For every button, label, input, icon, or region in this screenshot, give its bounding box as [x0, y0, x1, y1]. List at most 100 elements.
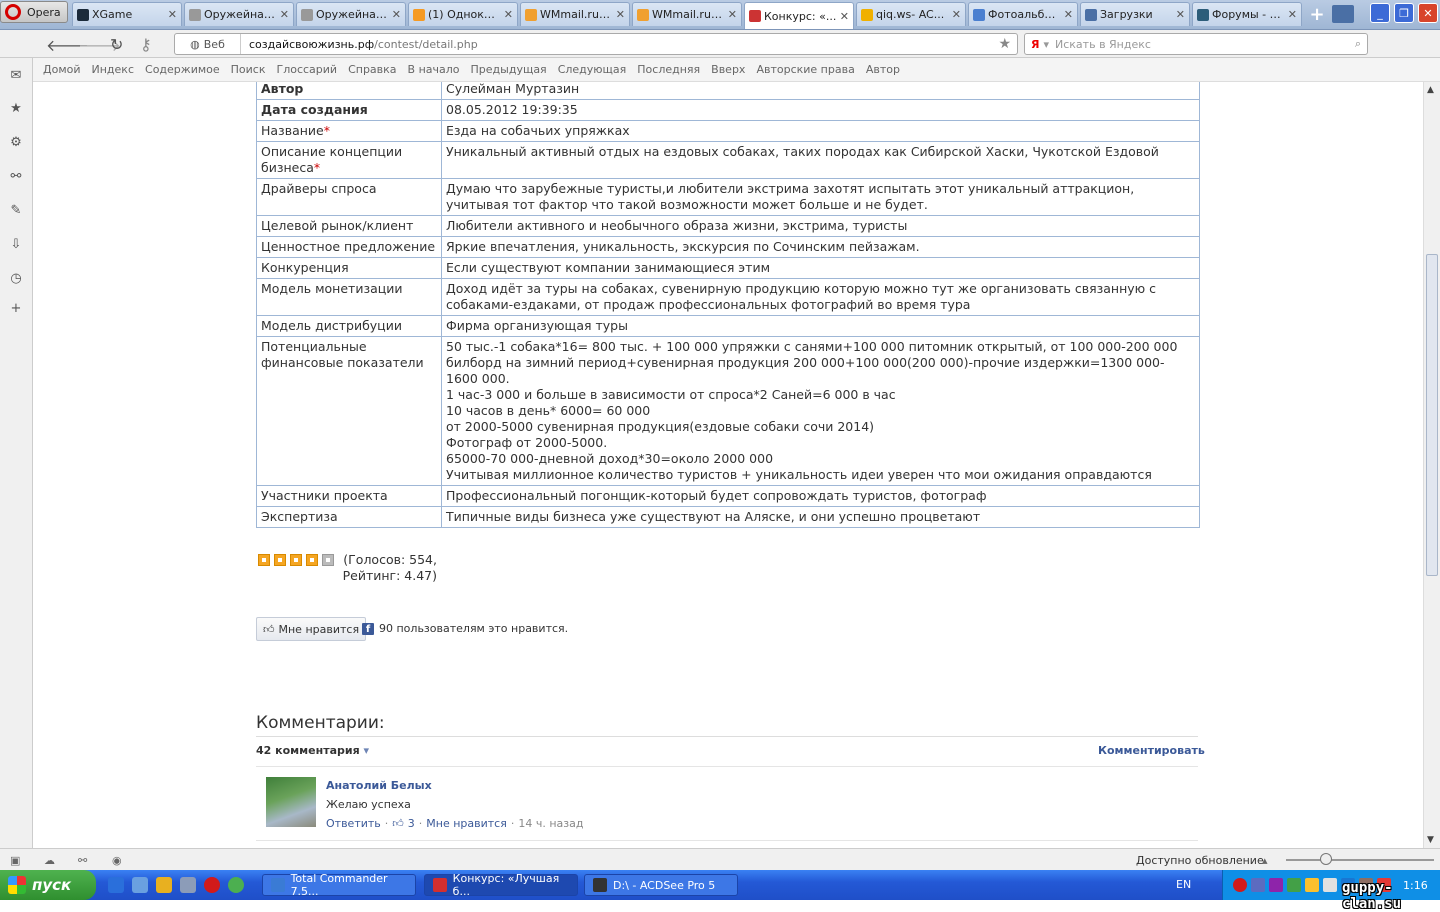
- update-available[interactable]: Доступно обновление: [1136, 854, 1264, 867]
- comments-count[interactable]: 42 комментария ▾: [256, 744, 369, 757]
- comment-author[interactable]: Анатолий Белых: [326, 779, 432, 792]
- mail-icon[interactable]: ✉: [8, 68, 24, 84]
- nav-link[interactable]: Авторские права: [756, 63, 854, 76]
- tab[interactable]: WMmail.ru -... ✕: [632, 2, 742, 26]
- history-icon[interactable]: ◷: [8, 271, 24, 287]
- bookmark-star-icon[interactable]: ★: [998, 36, 1011, 52]
- close-tab-icon[interactable]: ✕: [1176, 8, 1185, 21]
- close-tab-icon[interactable]: ✕: [168, 8, 177, 21]
- network-icon[interactable]: [1251, 878, 1265, 892]
- tab[interactable]: Фотоальбо... ✕: [968, 2, 1078, 26]
- zoom-slider[interactable]: [1286, 859, 1434, 861]
- tray-app-icon[interactable]: [1287, 878, 1301, 892]
- close-tab-icon[interactable]: ✕: [392, 8, 401, 21]
- scrollbar-thumb[interactable]: [1426, 254, 1438, 576]
- taskbar-window-button[interactable]: D:\ - ACDSee Pro 5: [584, 874, 738, 896]
- sort-dropdown-icon[interactable]: ▾: [364, 744, 370, 757]
- nav-link[interactable]: Поиск: [231, 63, 266, 76]
- close-tab-icon[interactable]: ✕: [616, 8, 625, 21]
- tab[interactable]: qiq.ws- AC... ✕: [856, 2, 966, 26]
- post-comment-link[interactable]: Комментировать: [1098, 744, 1205, 757]
- unite-icon[interactable]: ⚯: [8, 169, 24, 185]
- notes-icon[interactable]: ✎: [8, 203, 24, 219]
- search-engine-dropdown-icon[interactable]: ▾: [1043, 38, 1049, 51]
- new-tab-button[interactable]: +: [1304, 2, 1330, 26]
- downloads-icon[interactable]: ⇩: [8, 237, 24, 253]
- unite-cloud-icon[interactable]: ☁: [44, 854, 58, 867]
- widgets-gear-icon[interactable]: ⚙: [8, 135, 24, 151]
- close-window-button[interactable]: ✕: [1418, 3, 1438, 23]
- app-icon[interactable]: [180, 877, 196, 893]
- close-tab-icon[interactable]: ✕: [728, 8, 737, 21]
- scroll-down-icon[interactable]: ▼: [1427, 835, 1434, 845]
- rating-star-icon[interactable]: [258, 554, 270, 566]
- close-tab-icon[interactable]: ✕: [952, 8, 961, 21]
- start-button[interactable]: пуск: [0, 870, 96, 900]
- panel-toggle-icon[interactable]: ▣: [10, 854, 24, 867]
- maximize-button[interactable]: ❐: [1394, 3, 1414, 23]
- turbo-icon[interactable]: ⚯: [78, 854, 92, 867]
- add-panel-icon[interactable]: +: [8, 301, 24, 317]
- tab[interactable]: XGame ✕: [72, 2, 182, 26]
- tab[interactable]: Оружейная... ✕: [296, 2, 406, 26]
- rating-star-icon[interactable]: [306, 554, 318, 566]
- vertical-scrollbar[interactable]: ▲ ▼: [1423, 82, 1440, 848]
- tab[interactable]: Загрузки ✕: [1080, 2, 1190, 26]
- close-tab-icon[interactable]: ✕: [1064, 8, 1073, 21]
- close-tab-icon[interactable]: ✕: [840, 10, 849, 23]
- close-tab-icon[interactable]: ✕: [280, 8, 289, 21]
- opera-icon[interactable]: [204, 877, 220, 893]
- search-engine-icon[interactable]: Я: [1031, 38, 1039, 51]
- nav-link[interactable]: Последняя: [637, 63, 700, 76]
- tab[interactable]: WMmail.ru -... ✕: [520, 2, 630, 26]
- nav-link[interactable]: Автор: [866, 63, 900, 76]
- rating-star-icon[interactable]: [274, 554, 286, 566]
- nav-link[interactable]: Следующая: [558, 63, 627, 76]
- icq-icon[interactable]: [228, 877, 244, 893]
- nav-link[interactable]: Индекс: [92, 63, 135, 76]
- avatar[interactable]: [266, 777, 316, 827]
- tray-app-icon[interactable]: [1269, 878, 1283, 892]
- nav-link[interactable]: Вверх: [711, 63, 745, 76]
- key-icon[interactable]: ⚷: [140, 35, 152, 54]
- opera-menu-button[interactable]: Opera: [0, 1, 68, 23]
- chevron-up-icon[interactable]: ▴: [1262, 854, 1276, 867]
- nav-link[interactable]: В начало: [408, 63, 460, 76]
- rating-stars[interactable]: [258, 554, 334, 566]
- minimize-button[interactable]: _: [1370, 3, 1390, 23]
- zoom-slider-handle[interactable]: [1320, 853, 1332, 865]
- tab[interactable]: Оружейная... ✕: [184, 2, 294, 26]
- nav-link[interactable]: Глоссарий: [276, 63, 337, 76]
- rating-star-icon[interactable]: [290, 554, 302, 566]
- search-field[interactable]: Я ▾ Искать в Яндекс ⌕: [1024, 33, 1368, 55]
- nav-link[interactable]: Содержимое: [145, 63, 220, 76]
- mail-tray-icon[interactable]: [1323, 878, 1337, 892]
- like-button[interactable]: 👍︎ Мне нравится: [256, 617, 367, 641]
- trash-icon[interactable]: [1332, 5, 1354, 23]
- chrome-icon[interactable]: [156, 877, 172, 893]
- tab[interactable]: Форумы - U... ✕: [1192, 2, 1302, 26]
- tray-app-icon[interactable]: [1305, 878, 1319, 892]
- tab[interactable]: Конкурс: «... ✕: [744, 2, 854, 29]
- opera-tray-icon[interactable]: [1233, 878, 1247, 892]
- tab[interactable]: (1) Однокл... ✕: [408, 2, 518, 26]
- speed-dial-icon[interactable]: ◉: [112, 854, 126, 867]
- taskbar-window-button[interactable]: Total Commander 7.5...: [262, 872, 416, 898]
- close-tab-icon[interactable]: ✕: [504, 8, 513, 21]
- web-badge[interactable]: ◍ Веб: [175, 34, 241, 54]
- close-tab-icon[interactable]: ✕: [1288, 8, 1297, 21]
- explorer-icon[interactable]: [132, 877, 148, 893]
- reload-icon[interactable]: ↻: [110, 35, 123, 54]
- nav-link[interactable]: Справка: [348, 63, 396, 76]
- bookmarks-icon[interactable]: ★: [8, 101, 24, 117]
- language-indicator[interactable]: EN: [1176, 878, 1191, 891]
- comment-like-link[interactable]: Мне нравится: [426, 817, 507, 830]
- search-icon[interactable]: ⌕: [1355, 37, 1361, 51]
- scroll-up-icon[interactable]: ▲: [1427, 85, 1434, 95]
- reply-link[interactable]: Ответить: [326, 817, 381, 830]
- address-field[interactable]: ◍ Веб создайсвоюжизнь.рф/contest/detail.p…: [174, 33, 1018, 55]
- taskbar-window-button[interactable]: Конкурс: «Лучшая б...: [424, 872, 578, 898]
- nav-link[interactable]: Домой: [43, 63, 81, 76]
- ie-icon[interactable]: [108, 877, 124, 893]
- nav-link[interactable]: Предыдущая: [471, 63, 547, 76]
